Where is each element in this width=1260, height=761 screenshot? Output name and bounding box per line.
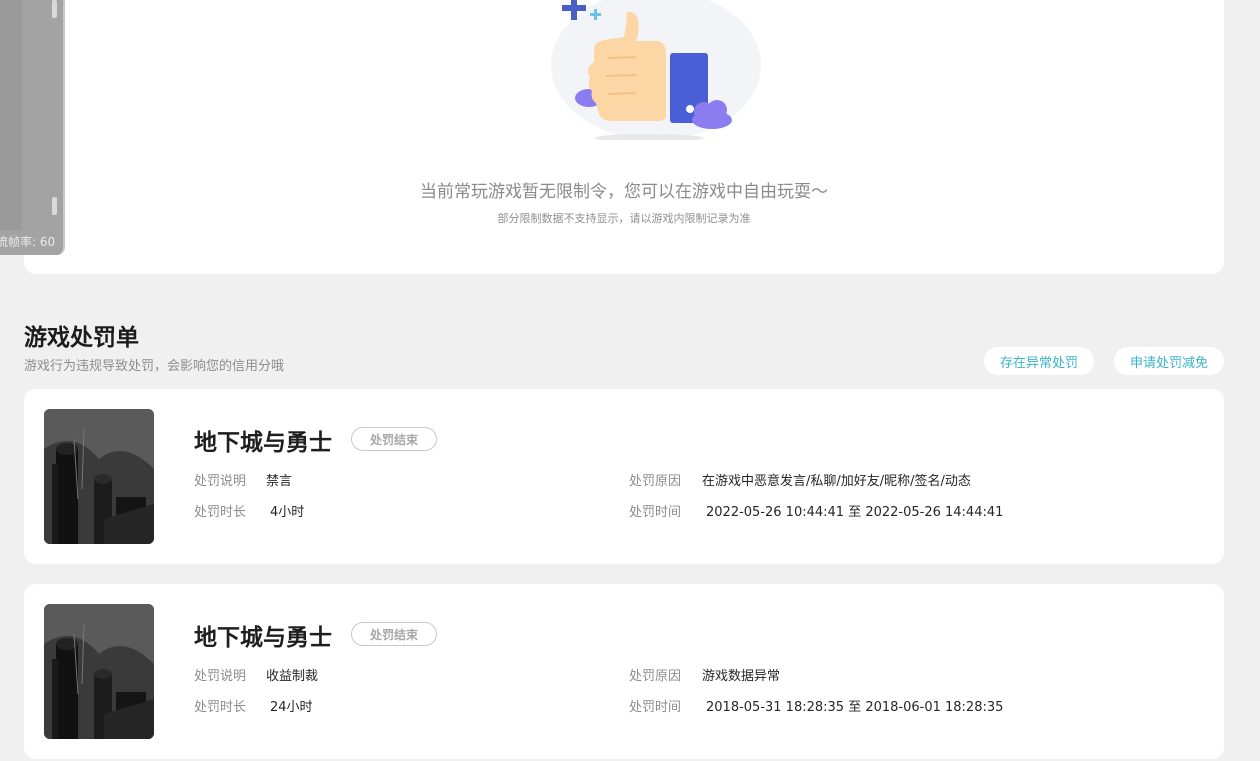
- desc-label: 处罚说明: [194, 474, 247, 489]
- status-badge: 处罚结束: [351, 427, 437, 451]
- time-label: 处罚时间: [629, 505, 682, 520]
- desc-label: 处罚说明: [194, 669, 247, 684]
- duration-value: 24小时: [270, 700, 313, 715]
- penalty-card: 地下城与勇士 处罚结束 处罚说明 禁言 处罚时长 4小时 处罚原因 在游戏中恶意…: [24, 389, 1224, 564]
- empty-state-card: 当前常玩游戏暂无限制令，您可以在游戏中自由玩耍～ 部分限制数据不支持显示，请以游…: [24, 0, 1224, 274]
- duration-label: 处罚时长: [194, 505, 247, 520]
- empty-state-title: 当前常玩游戏暂无限制令，您可以在游戏中自由玩耍～: [420, 182, 828, 202]
- status-badge: 处罚结束: [351, 622, 437, 646]
- time-label: 处罚时间: [629, 700, 682, 715]
- game-name: 地下城与勇士: [194, 625, 332, 651]
- reason-value: 在游戏中恶意发言/私聊/加好友/昵称/签名/动态: [702, 474, 971, 489]
- fps-label: 流帧率: 60: [0, 235, 56, 249]
- game-art-image: [44, 409, 154, 544]
- game-art-image: [44, 604, 154, 739]
- game-thumbnail[interactable]: [44, 604, 154, 739]
- reason-label: 处罚原因: [629, 669, 682, 684]
- abnormal-penalty-button[interactable]: 存在异常处罚: [984, 347, 1094, 375]
- section-title: 游戏处罚单: [24, 325, 139, 351]
- reason-label: 处罚原因: [629, 474, 682, 489]
- duration-value: 4小时: [270, 505, 305, 520]
- empty-state-subtitle: 部分限制数据不支持显示，请以游戏内限制记录为准: [497, 212, 751, 225]
- section-subtitle: 游戏行为违规导致处罚，会影响您的信用分哦: [24, 359, 285, 374]
- time-value: 2022-05-26 10:44:41 至 2022-05-26 14:44:4…: [706, 505, 1004, 520]
- fps-graph: [0, 0, 22, 230]
- scroll-tick: [52, 0, 57, 18]
- time-value: 2018-05-31 18:28:35 至 2018-06-01 18:28:3…: [706, 700, 1004, 715]
- penalty-card: 地下城与勇士 处罚结束 处罚说明 收益制裁 处罚时长 24小时 处罚原因 游戏数…: [24, 584, 1224, 759]
- thumbs-up-illustration: [551, 0, 761, 140]
- desc-value: 收益制裁: [266, 669, 319, 684]
- game-name: 地下城与勇士: [194, 430, 332, 456]
- game-thumbnail[interactable]: [44, 409, 154, 544]
- reason-value: 游戏数据异常: [702, 669, 781, 684]
- appeal-penalty-button[interactable]: 申请处罚减免: [1114, 347, 1224, 375]
- fps-debug-overlay: 流帧率: 60: [0, 0, 65, 255]
- desc-value: 禁言: [266, 474, 293, 489]
- scroll-tick: [52, 197, 57, 215]
- duration-label: 处罚时长: [194, 700, 247, 715]
- page: 当前常玩游戏暂无限制令，您可以在游戏中自由玩耍～ 部分限制数据不支持显示，请以游…: [0, 0, 1260, 761]
